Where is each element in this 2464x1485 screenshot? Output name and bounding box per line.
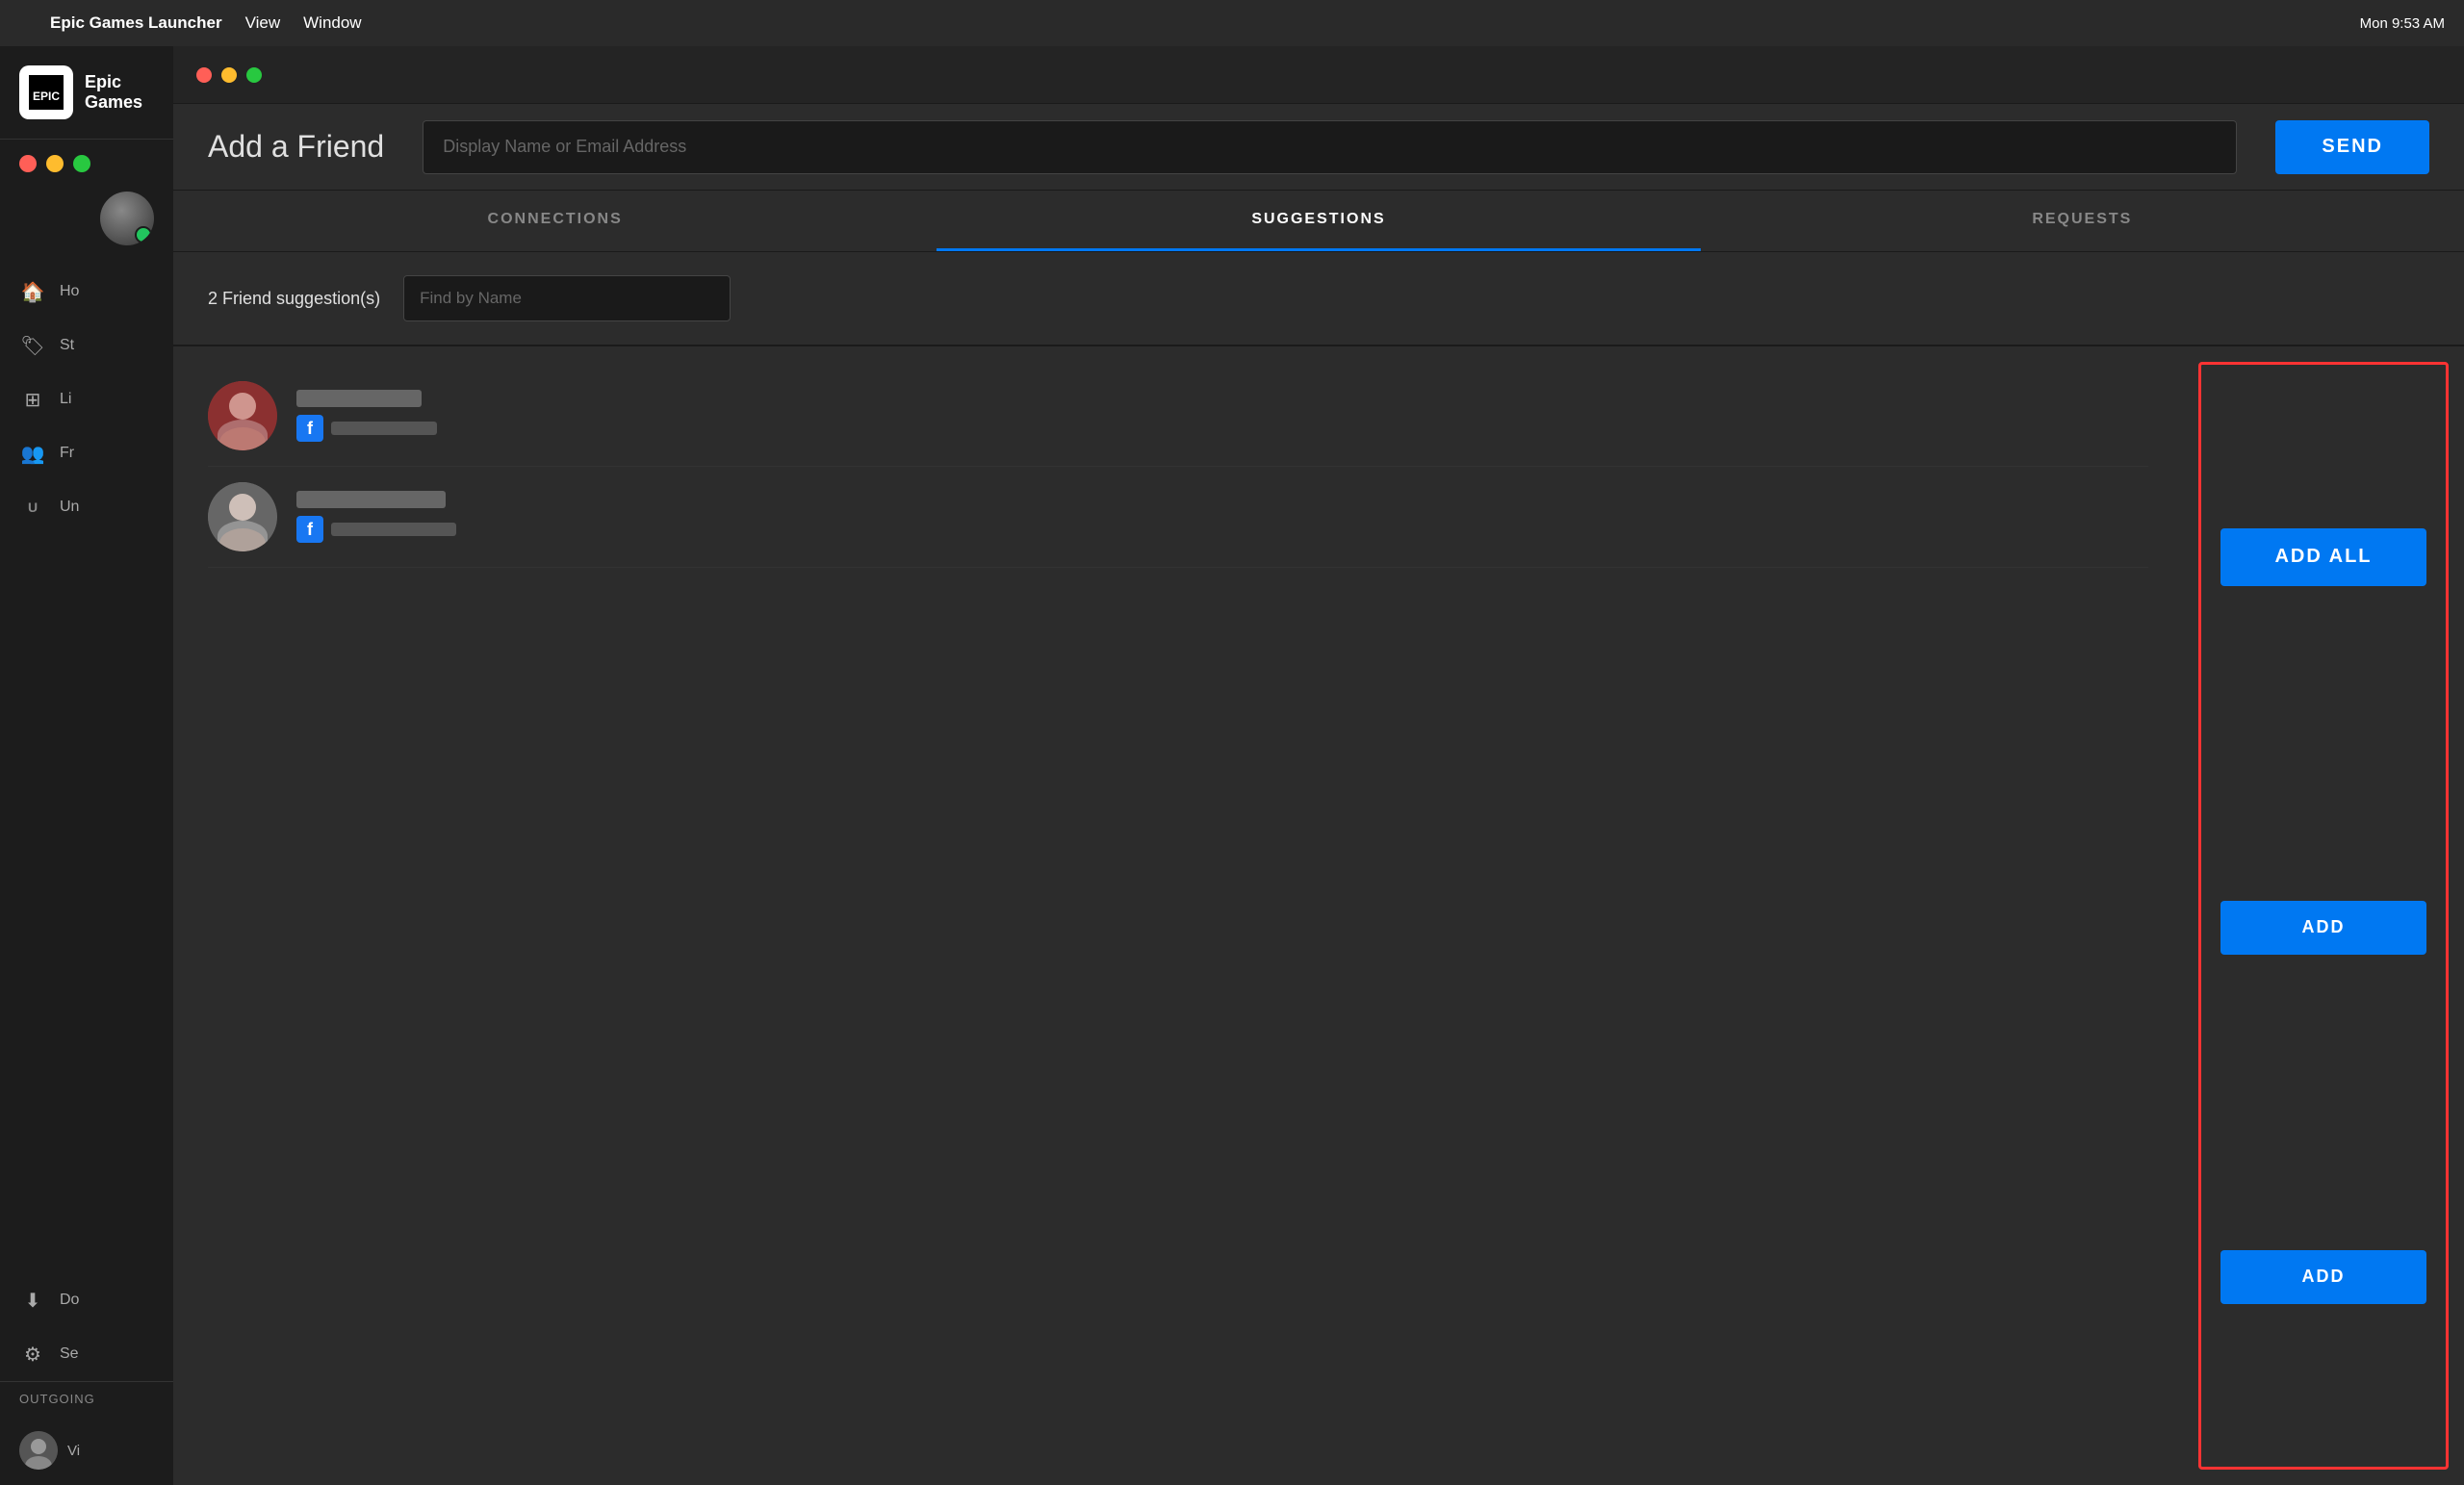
tab-requests[interactable]: REQUESTS <box>1701 191 2464 251</box>
sidebar-item-friends-label: Fr <box>60 445 74 462</box>
list-item: f <box>208 467 2148 568</box>
home-icon: 🏠 <box>19 278 46 305</box>
add-friend-header: Add a Friend SEND <box>173 104 2464 191</box>
window-panel: Add a Friend SEND CONNECTIONS SUGGESTION… <box>173 46 2464 1485</box>
facebook-icon: f <box>296 516 323 543</box>
suggestions-toolbar: 2 Friend suggestion(s) <box>173 252 2464 346</box>
friend-facebook-row: f <box>296 415 2148 442</box>
close-button[interactable] <box>19 155 37 172</box>
suggestions-main: f <box>173 346 2464 1485</box>
sidebar-item-downloads[interactable]: ⬇ Do <box>0 1273 173 1327</box>
settings-icon: ⚙ <box>19 1341 46 1368</box>
avatar[interactable] <box>100 192 154 245</box>
sidebar-avatar-area <box>0 172 173 265</box>
sidebar-item-friends[interactable]: 👥 Fr <box>0 426 173 480</box>
sidebar-user-bottom[interactable]: Vi <box>0 1416 173 1485</box>
friend-fb-name <box>331 422 437 435</box>
window-titlebar <box>173 46 2464 104</box>
user-avatar-bottom <box>19 1431 58 1470</box>
avatar <box>208 482 277 551</box>
tab-suggestions[interactable]: SUGGESTIONS <box>937 191 1700 251</box>
titlebar-minimize[interactable] <box>221 67 237 83</box>
find-by-name-input[interactable] <box>403 275 731 321</box>
window-menu[interactable]: Window <box>303 13 361 33</box>
sidebar-app-name: Epic Games <box>85 72 154 113</box>
downloads-icon: ⬇ <box>19 1287 46 1314</box>
maximize-button[interactable] <box>73 155 90 172</box>
menubar-time: Mon 9:53 AM <box>2360 15 2445 32</box>
add-all-button[interactable]: ADD ALL <box>2220 528 2426 586</box>
add-button-2[interactable]: ADD <box>2220 1250 2426 1304</box>
titlebar-close[interactable] <box>196 67 212 83</box>
sidebar-item-library-label: Li <box>60 391 71 408</box>
sidebar-nav: 🏠 Ho 🏷 St ⊞ Li 👥 Fr U Un <box>0 265 173 1273</box>
friend-info: f <box>296 491 2148 543</box>
tabs-row: CONNECTIONS SUGGESTIONS REQUESTS <box>173 191 2464 252</box>
friend-input-wrapper <box>423 120 2237 174</box>
friend-info: f <box>296 390 2148 442</box>
page-title: Add a Friend <box>208 129 384 165</box>
sidebar-logo: EPIC Epic Games <box>0 46 173 140</box>
send-button[interactable]: SEND <box>2275 120 2429 174</box>
sidebar-user-name: Vi <box>67 1443 80 1459</box>
suggestions-list: f <box>173 346 2183 1485</box>
app-name-menu[interactable]: Epic Games Launcher <box>50 13 222 33</box>
window-traffic-lights <box>0 140 173 172</box>
main-area: EPIC Epic Games 🏠 Ho 🏷 St <box>0 46 2464 1485</box>
sidebar-item-home[interactable]: 🏠 Ho <box>0 265 173 319</box>
titlebar-traffic-lights <box>196 67 262 83</box>
sidebar-item-store[interactable]: 🏷 St <box>0 319 173 372</box>
unreal-icon: U <box>19 494 46 521</box>
epic-logo-icon: EPIC <box>19 65 73 119</box>
sidebar-bottom-nav: ⬇ Do ⚙ Se OUTGOING Vi <box>0 1273 173 1485</box>
sidebar-item-settings-label: Se <box>60 1345 79 1363</box>
menubar: Epic Games Launcher View Window Mon 9:53… <box>0 0 2464 46</box>
minimize-button[interactable] <box>46 155 64 172</box>
sidebar-item-home-label: Ho <box>60 283 79 300</box>
tab-connections[interactable]: CONNECTIONS <box>173 191 937 251</box>
sidebar-item-settings[interactable]: ⚙ Se <box>0 1327 173 1381</box>
svg-text:EPIC: EPIC <box>33 90 60 103</box>
suggestions-area: 2 Friend suggestion(s) <box>173 252 2464 1485</box>
suggestions-count: 2 Friend suggestion(s) <box>208 289 380 309</box>
friends-icon: 👥 <box>19 440 46 467</box>
friend-name <box>296 491 446 508</box>
list-item: f <box>208 366 2148 467</box>
friend-fb-name <box>331 523 456 536</box>
sidebar-item-downloads-label: Do <box>60 1292 79 1309</box>
sidebar-item-store-label: St <box>60 337 74 354</box>
facebook-icon: f <box>296 415 323 442</box>
display-name-input[interactable] <box>423 120 2237 174</box>
add-buttons-panel: ADD ALL ADD ADD <box>2198 362 2449 1470</box>
friend-name <box>296 390 422 407</box>
sidebar-item-unreal[interactable]: U Un <box>0 480 173 534</box>
avatar <box>208 381 277 450</box>
friend-facebook-row: f <box>296 516 2148 543</box>
sidebar-item-library[interactable]: ⊞ Li <box>0 372 173 426</box>
library-icon: ⊞ <box>19 386 46 413</box>
add-button-1[interactable]: ADD <box>2220 901 2426 955</box>
outgoing-label: OUTGOING <box>0 1381 173 1416</box>
view-menu[interactable]: View <box>245 13 281 33</box>
sidebar: EPIC Epic Games 🏠 Ho 🏷 St <box>0 46 173 1485</box>
store-icon: 🏷 <box>19 332 46 359</box>
titlebar-maximize[interactable] <box>246 67 262 83</box>
sidebar-item-unreal-label: Un <box>60 499 79 516</box>
